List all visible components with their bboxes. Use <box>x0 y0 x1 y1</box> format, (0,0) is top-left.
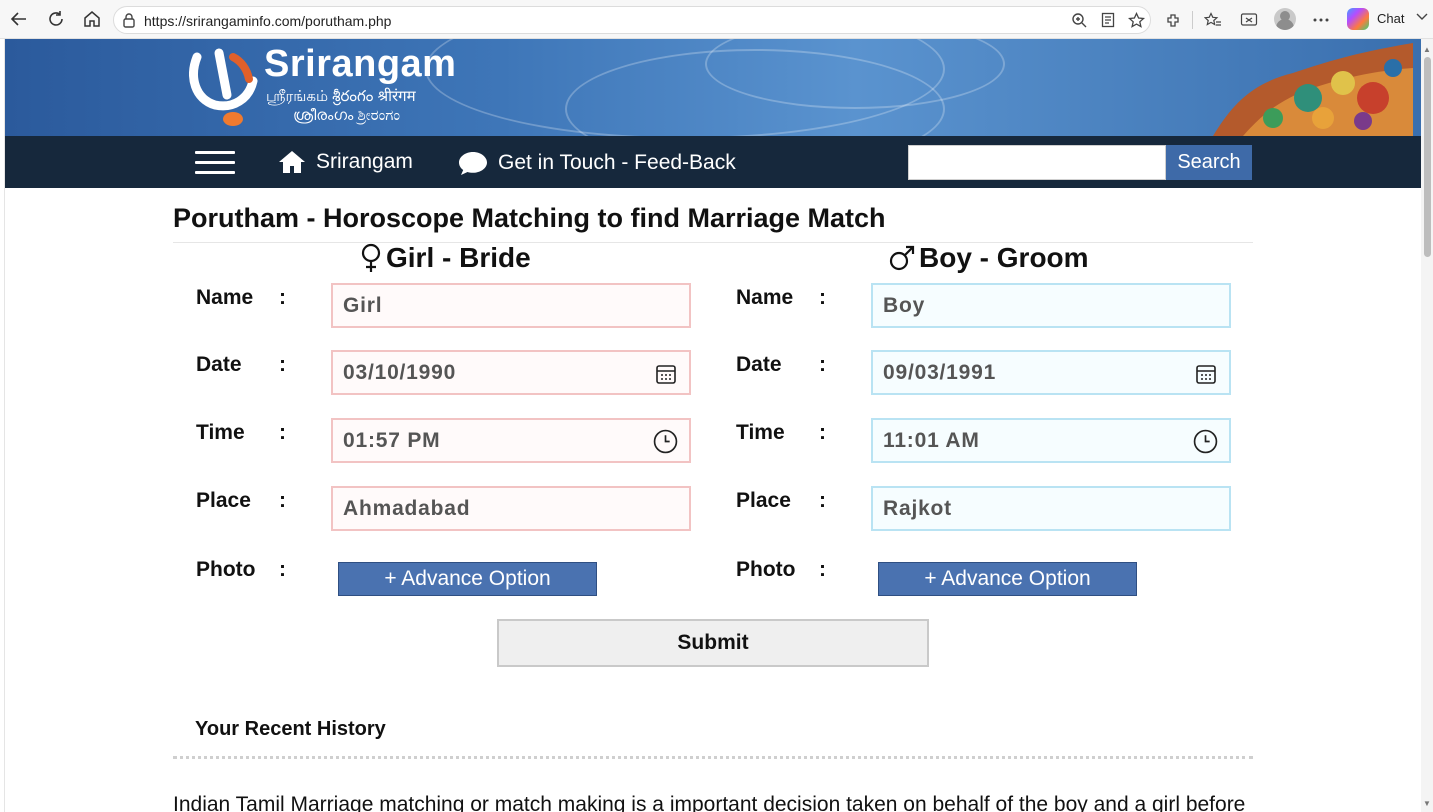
colon: : <box>819 286 826 309</box>
site-subtitle-line2: ശ്രീരംഗം ಶ್ರೀರಂಗಂ <box>293 107 400 124</box>
search-input[interactable] <box>908 145 1166 180</box>
site-title[interactable]: Srirangam <box>264 43 456 86</box>
recent-history-heading: Your Recent History <box>195 718 386 740</box>
favorites-bar-icon[interactable] <box>1202 9 1224 31</box>
url-text[interactable]: https://srirangaminfo.com/porutham.php <box>144 13 391 29</box>
boy-name-value[interactable]: Boy <box>883 294 925 318</box>
colon: : <box>279 286 286 309</box>
colon: : <box>279 421 286 444</box>
nav-home-link[interactable]: Srirangam <box>278 150 413 174</box>
boy-photo-label: Photo <box>736 558 796 581</box>
girl-time-input[interactable]: 01:57 PM <box>331 418 691 463</box>
girl-place-label: Place <box>196 489 251 512</box>
collections-icon[interactable] <box>1238 9 1260 31</box>
web-page: Srirangam ஸ்ரீரங்கம் శ్రీరంగం श्रीरंगम ശ… <box>4 39 1421 812</box>
site-logo-icon[interactable] <box>189 47 261 129</box>
boy-advance-option-button[interactable]: + Advance Option <box>878 562 1137 596</box>
browser-toolbar: https://srirangaminfo.com/porutham.php C… <box>0 0 1433 39</box>
home-icon <box>279 151 305 173</box>
boy-date-input[interactable]: 09/03/1991 <box>871 350 1231 395</box>
girl-date-input[interactable]: 03/10/1990 <box>331 350 691 395</box>
page-title: Porutham - Horoscope Matching to find Ma… <box>173 203 886 233</box>
boy-date-label: Date <box>736 353 782 376</box>
site-subtitle-line1: ஸ்ரீரங்கம் శ్రీరంగం श्रीरंगम <box>266 88 416 105</box>
girl-heading: Girl - Bride <box>360 242 531 274</box>
scroll-down-icon[interactable]: ▼ <box>1423 799 1431 808</box>
nav-home-label[interactable]: Srirangam <box>316 150 413 174</box>
girl-time-label: Time <box>196 421 245 444</box>
girl-heading-label: Girl - Bride <box>386 242 531 273</box>
zoom-icon[interactable] <box>1069 10 1089 30</box>
favorite-icon[interactable] <box>1126 10 1146 30</box>
toolbar-separator <box>1192 11 1193 29</box>
colon: : <box>279 558 286 581</box>
boy-heading-label: Boy - Groom <box>919 242 1089 273</box>
colon: : <box>819 489 826 512</box>
calendar-icon[interactable] <box>1195 363 1217 385</box>
boy-name-input[interactable]: Boy <box>871 283 1231 328</box>
girl-advance-option-button[interactable]: + Advance Option <box>338 562 597 596</box>
address-bar[interactable]: https://srirangaminfo.com/porutham.php <box>113 6 1151 34</box>
male-symbol-icon <box>889 245 915 271</box>
girl-place-input[interactable]: Ahmadabad <box>331 486 691 531</box>
dotted-divider <box>173 756 1253 759</box>
clock-icon[interactable] <box>1193 429 1218 454</box>
calendar-icon[interactable] <box>655 363 677 385</box>
back-icon[interactable] <box>8 8 30 30</box>
lock-icon[interactable] <box>122 12 136 28</box>
colon: : <box>819 353 826 376</box>
boy-place-value[interactable]: Rajkot <box>883 497 952 521</box>
intro-paragraph: Indian Tamil Marriage matching or match … <box>173 793 1246 812</box>
clock-icon[interactable] <box>653 429 678 454</box>
copilot-icon[interactable] <box>1347 8 1369 30</box>
chevron-down-icon[interactable] <box>1416 10 1428 24</box>
submit-button[interactable]: Submit <box>497 619 929 667</box>
menu-icon[interactable] <box>195 151 235 175</box>
boy-heading: Boy - Groom <box>889 242 1089 274</box>
girl-name-input[interactable]: Girl <box>331 283 691 328</box>
site-banner: Srirangam ஸ்ரீரங்கம் శ్రీరంగం श्रीरंगम ശ… <box>5 39 1421 136</box>
reload-icon[interactable] <box>45 8 67 30</box>
girl-place-value[interactable]: Ahmadabad <box>343 497 470 521</box>
boy-date-value[interactable]: 09/03/1991 <box>883 361 996 385</box>
colon: : <box>279 489 286 512</box>
reader-icon[interactable] <box>1098 10 1118 30</box>
boy-time-value[interactable]: 11:01 AM <box>883 429 980 453</box>
divider <box>173 242 1253 243</box>
girl-photo-label: Photo <box>196 558 256 581</box>
boy-place-label: Place <box>736 489 791 512</box>
female-symbol-icon <box>361 243 381 272</box>
girl-name-value[interactable]: Girl <box>343 294 382 318</box>
boy-time-input[interactable]: 11:01 AM <box>871 418 1231 463</box>
girl-time-value[interactable]: 01:57 PM <box>343 429 440 453</box>
scroll-up-icon[interactable]: ▲ <box>1423 45 1431 54</box>
main-navbar: Srirangam Get in Touch - Feed-Back Searc… <box>5 136 1421 188</box>
nav-contact-link[interactable]: Get in Touch - Feed-Back <box>458 150 736 176</box>
colon: : <box>279 353 286 376</box>
boy-time-label: Time <box>736 421 785 444</box>
nav-contact-label[interactable]: Get in Touch - Feed-Back <box>498 151 736 175</box>
girl-date-value[interactable]: 03/10/1990 <box>343 361 456 385</box>
chat-label[interactable]: Chat <box>1377 11 1404 26</box>
profile-icon[interactable] <box>1274 8 1296 30</box>
temple-gopuram-image <box>1213 43 1413 136</box>
speech-bubble-icon <box>459 152 487 175</box>
colon: : <box>819 421 826 444</box>
scrollbar-thumb[interactable] <box>1424 57 1431 257</box>
girl-name-label: Name <box>196 286 254 309</box>
colon: : <box>819 558 826 581</box>
girl-date-label: Date <box>196 353 242 376</box>
more-icon[interactable] <box>1310 9 1332 31</box>
boy-name-label: Name <box>736 286 794 309</box>
search-button[interactable]: Search <box>1166 145 1252 180</box>
page-scrollbar[interactable]: ▲ ▼ <box>1421 39 1433 812</box>
boy-place-input[interactable]: Rajkot <box>871 486 1231 531</box>
extensions-icon[interactable] <box>1162 9 1184 31</box>
home-icon[interactable] <box>81 8 103 30</box>
